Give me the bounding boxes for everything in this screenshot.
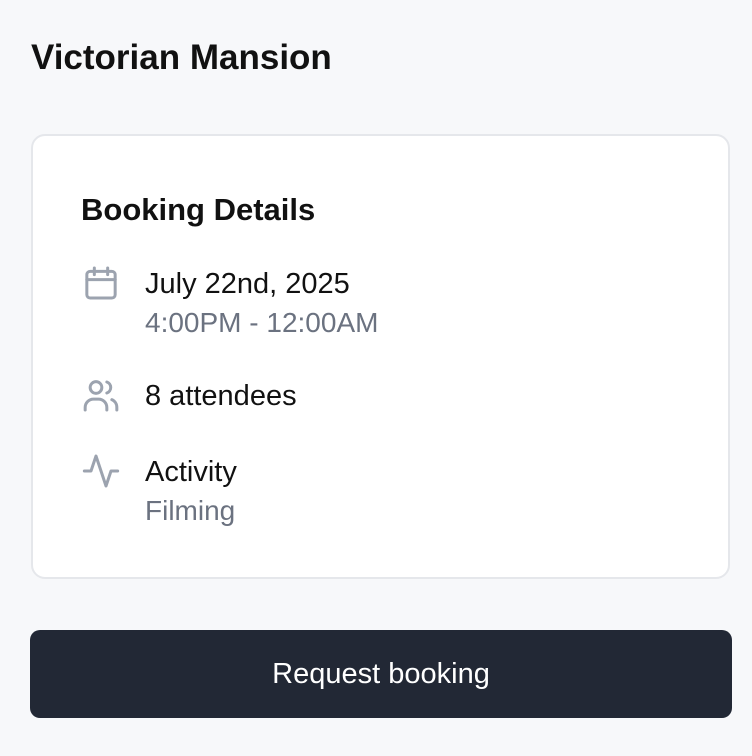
activity-icon (81, 451, 121, 491)
page-title: Victorian Mansion (31, 38, 332, 77)
request-booking-button[interactable]: Request booking (30, 630, 732, 718)
booking-attendees-row: 8 attendees (81, 377, 297, 415)
attendee-count: 8 attendees (145, 380, 297, 412)
booking-time-range: 4:00PM - 12:00AM (145, 307, 379, 338)
booking-activity-row: Activity Filming (81, 453, 237, 531)
booking-details-card: Booking Details July 22nd, 2025 4:00PM -… (31, 134, 730, 579)
users-icon (81, 375, 121, 415)
booking-date: July 22nd, 2025 (145, 268, 350, 300)
calendar-icon (81, 263, 121, 303)
booking-details-heading: Booking Details (81, 192, 316, 227)
activity-value: Filming (145, 495, 236, 526)
activity-label: Activity (145, 456, 237, 488)
booking-date-row: July 22nd, 2025 4:00PM - 12:00AM (81, 265, 378, 343)
